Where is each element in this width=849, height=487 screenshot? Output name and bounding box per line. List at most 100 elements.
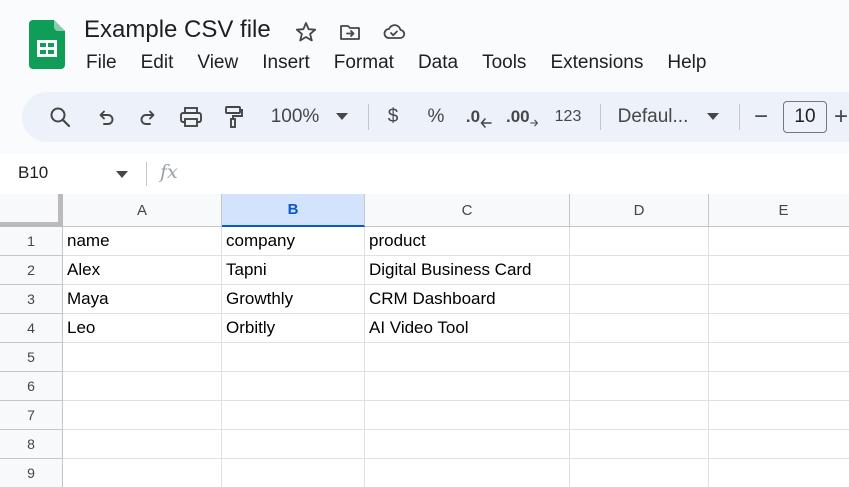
font-size-input[interactable]: 10 xyxy=(783,101,827,133)
undo-button[interactable] xyxy=(94,92,118,142)
cell-b9[interactable] xyxy=(222,459,365,487)
cell-c9[interactable] xyxy=(365,459,570,487)
cell-d4[interactable] xyxy=(570,314,709,343)
cell-c6[interactable] xyxy=(365,372,570,401)
menu-view[interactable]: View xyxy=(183,50,248,78)
row-header-6[interactable]: 6 xyxy=(0,372,63,401)
cell-e9[interactable] xyxy=(709,459,849,487)
cell-d8[interactable] xyxy=(570,430,709,459)
cell-e2[interactable] xyxy=(709,256,849,285)
cell-a3[interactable]: Maya xyxy=(63,285,222,314)
row-header-3[interactable]: 3 xyxy=(0,285,63,314)
menu-help[interactable]: Help xyxy=(653,50,716,78)
decrease-font-size-button[interactable]: − xyxy=(749,92,773,142)
print-icon xyxy=(180,107,202,127)
column-header-b[interactable]: B xyxy=(222,194,365,227)
decrease-decimal-label: .0 xyxy=(465,107,481,126)
cell-b2[interactable]: Tapni xyxy=(222,256,365,285)
row-header-1[interactable]: 1 xyxy=(0,227,63,256)
cell-c7[interactable] xyxy=(365,401,570,430)
cell-c2[interactable]: Digital Business Card xyxy=(365,256,570,285)
cell-d1[interactable] xyxy=(570,227,709,256)
cell-a4[interactable]: Leo xyxy=(63,314,222,343)
select-all-corner[interactable] xyxy=(0,194,63,227)
cell-d7[interactable] xyxy=(570,401,709,430)
redo-button[interactable] xyxy=(136,92,160,142)
undo-icon xyxy=(99,110,114,125)
increase-font-size-button[interactable]: + xyxy=(834,92,849,142)
cell-a7[interactable] xyxy=(63,401,222,430)
cell-c1[interactable]: product xyxy=(365,227,570,256)
cell-a9[interactable] xyxy=(63,459,222,487)
sheets-logo-icon[interactable] xyxy=(29,20,65,69)
cell-e6[interactable] xyxy=(709,372,849,401)
format-percent-button[interactable]: % xyxy=(424,92,448,142)
dropdown-caret-icon xyxy=(336,113,348,120)
cell-c4[interactable]: AI Video Tool xyxy=(365,314,570,343)
cell-e7[interactable] xyxy=(709,401,849,430)
cell-d6[interactable] xyxy=(570,372,709,401)
cell-b5[interactable] xyxy=(222,343,365,372)
cell-d5[interactable] xyxy=(570,343,709,372)
search-menus-button[interactable] xyxy=(46,92,74,142)
minus-icon: − xyxy=(753,103,768,130)
cell-b7[interactable] xyxy=(222,401,365,430)
menu-edit[interactable]: Edit xyxy=(127,50,184,78)
column-header-e[interactable]: E xyxy=(709,194,849,227)
increase-decimal-button[interactable]: .00 xyxy=(506,92,538,142)
column-header-d[interactable]: D xyxy=(570,194,709,227)
decrease-decimal-button[interactable]: .0 xyxy=(464,92,494,142)
menu-extensions[interactable]: Extensions xyxy=(536,50,653,78)
cell-a8[interactable] xyxy=(63,430,222,459)
menu-data[interactable]: Data xyxy=(404,50,468,78)
row-header-4[interactable]: 4 xyxy=(0,314,63,343)
cell-c3[interactable]: CRM Dashboard xyxy=(365,285,570,314)
cloud-saved-icon[interactable] xyxy=(382,20,406,44)
cell-c5[interactable] xyxy=(365,343,570,372)
cell-d2[interactable] xyxy=(570,256,709,285)
row-header-5[interactable]: 5 xyxy=(0,343,63,372)
cell-d3[interactable] xyxy=(570,285,709,314)
font-family-dropdown[interactable] xyxy=(705,92,721,142)
menu-file[interactable]: File xyxy=(72,50,127,78)
cell-e5[interactable] xyxy=(709,343,849,372)
document-title[interactable]: Example CSV file xyxy=(84,16,271,44)
dropdown-caret-icon[interactable] xyxy=(116,171,128,179)
row-header-2[interactable]: 2 xyxy=(0,256,63,285)
cell-e4[interactable] xyxy=(709,314,849,343)
column-header-c[interactable]: C xyxy=(365,194,570,227)
print-button[interactable] xyxy=(178,92,204,142)
cell-a1[interactable]: name xyxy=(63,227,222,256)
more-formats-button[interactable]: 123 xyxy=(550,92,586,142)
cell-a2[interactable]: Alex xyxy=(63,256,222,285)
cell-b3[interactable]: Growthly xyxy=(222,285,365,314)
cell-a6[interactable] xyxy=(63,372,222,401)
cell-b6[interactable] xyxy=(222,372,365,401)
menu-format[interactable]: Format xyxy=(320,50,404,78)
cell-a5[interactable] xyxy=(63,343,222,372)
cell-b8[interactable] xyxy=(222,430,365,459)
move-to-folder-icon[interactable] xyxy=(338,20,362,44)
column-header-a[interactable]: A xyxy=(63,194,222,227)
cell-c8[interactable] xyxy=(365,430,570,459)
cell-e1[interactable] xyxy=(709,227,849,256)
row-header-8[interactable]: 8 xyxy=(0,430,63,459)
cell-b4[interactable]: Orbitly xyxy=(222,314,365,343)
row-header-7[interactable]: 7 xyxy=(0,401,63,430)
zoom-select[interactable]: 100% xyxy=(268,92,322,142)
paint-format-button[interactable] xyxy=(222,92,246,142)
cell-e3[interactable] xyxy=(709,285,849,314)
menu-tools[interactable]: Tools xyxy=(468,50,536,78)
cell-b1[interactable]: company xyxy=(222,227,365,256)
format-currency-button[interactable]: $ xyxy=(382,92,404,142)
name-box[interactable]: B10 xyxy=(18,163,48,183)
row-header-9[interactable]: 9 xyxy=(0,459,63,487)
font-family-select[interactable]: Defaul... xyxy=(614,92,692,142)
menu-insert[interactable]: Insert xyxy=(248,50,320,78)
plus-icon: + xyxy=(834,103,849,130)
zoom-dropdown[interactable] xyxy=(334,92,350,142)
star-icon[interactable] xyxy=(294,20,318,44)
cell-e8[interactable] xyxy=(709,430,849,459)
cell-d9[interactable] xyxy=(570,459,709,487)
dropdown-caret-icon xyxy=(707,113,719,120)
